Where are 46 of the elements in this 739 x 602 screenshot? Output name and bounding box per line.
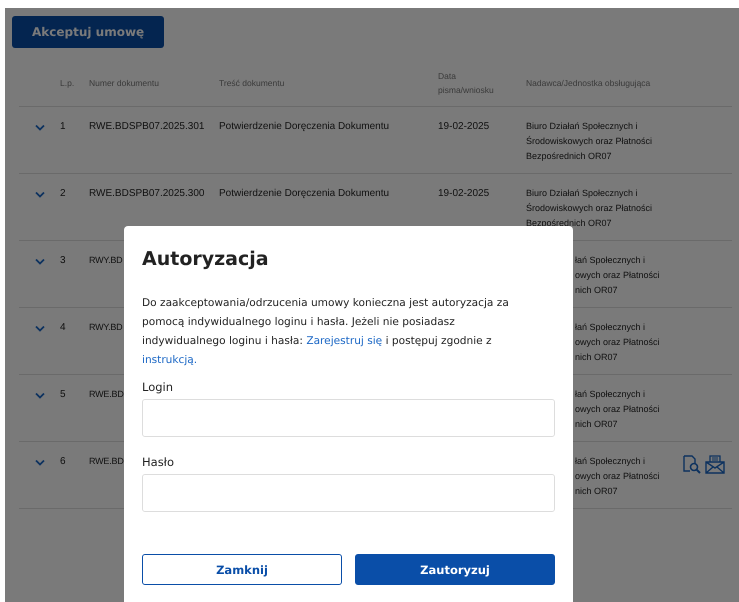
- table-cell-text: 5: [60, 388, 67, 402]
- column-header: Treść dokumentu: [219, 77, 286, 90]
- chevron-down-icon[interactable]: [34, 459, 44, 466]
- dialog-title: Autoryzacja: [142, 248, 270, 270]
- table-cell-text: 3: [60, 254, 67, 268]
- table-cell-text: 4: [60, 321, 67, 335]
- table-cell-text: Biuro Działań Społecznych i Środowiskowych oraz Płatności Bezpośrednich OR07: [526, 120, 654, 163]
- field-label: Login: [142, 380, 174, 394]
- table-cell-text: 6: [60, 455, 67, 469]
- accept-contract-button[interactable]: Akceptuj umowę: [12, 16, 164, 48]
- chevron-down-icon[interactable]: [34, 392, 44, 399]
- table-cell-text: 19-02-2025: [438, 187, 490, 201]
- field-label: Hasło: [142, 455, 175, 469]
- column-header: Numer dokumentu: [89, 77, 160, 90]
- dialog-message: Do zaakceptowania/odrzucenia umowy konieczna jest autoryzacja za pomocą indywidualnego loginu i hasła. Jeżeli nie posiadasz indywidualnego loginu i hasła: Zarejestruj się i postępuj zgodnie z instrukcją.: [142, 296, 510, 368]
- input-field[interactable]: [142, 474, 555, 512]
- chevron-down-icon[interactable]: [34, 191, 44, 198]
- table-cell-text: Biuro Działań Społecznych i Środowiskowych oraz Płatności Bezpośrednich OR07: [526, 187, 654, 230]
- table-cell: RWE.BDSPB07.2025.300: [89, 188, 204, 199]
- table-cell-text: Potwierdzenie Doręczenia Dokumentu: [219, 187, 390, 201]
- link[interactable]: instrukcją.: [142, 354, 198, 366]
- link[interactable]: Zarejestruj się: [306, 335, 382, 347]
- column-header: L.p.: [60, 77, 76, 90]
- table-cell-text: 19-02-2025: [438, 120, 490, 134]
- table-cell-text: łań Społecznych i owych oraz Płatności nich OR07: [575, 254, 661, 297]
- table-cell-text: 2: [60, 187, 67, 201]
- table-cell-text: 1: [60, 120, 67, 134]
- input-field[interactable]: [142, 399, 555, 437]
- table-cell: RWE.BD: [89, 456, 124, 466]
- table-cell: RWE.BD: [89, 389, 124, 399]
- chevron-down-icon[interactable]: [34, 325, 44, 332]
- table-cell-text: Potwierdzenie Doręczenia Dokumentu: [219, 120, 390, 134]
- table-cell-text: łań Społecznych i owych oraz Płatności nich OR07: [575, 321, 661, 364]
- close-button[interactable]: Zamknij: [142, 554, 342, 585]
- table-cell: RWE.BDSPB07.2025.301: [89, 121, 204, 132]
- authorize-button[interactable]: Zautoryzuj: [355, 554, 555, 585]
- chevron-down-icon[interactable]: [34, 124, 44, 131]
- column-header: Data pisma/wniosku: [438, 70, 495, 97]
- table-cell-text: łań Społecznych i owych oraz Płatności nich OR07: [575, 455, 661, 498]
- envelope-icon[interactable]: [705, 454, 725, 474]
- chevron-down-icon[interactable]: [34, 258, 44, 265]
- column-header: Nadawca/Jednostka obsługująca: [526, 77, 652, 90]
- document-search-icon[interactable]: [681, 454, 701, 474]
- table-cell-text: łań Społecznych i owych oraz Płatności nich OR07: [575, 388, 661, 431]
- table-cell: RWY.BD: [89, 255, 122, 265]
- table-cell: RWY.BD: [89, 322, 122, 332]
